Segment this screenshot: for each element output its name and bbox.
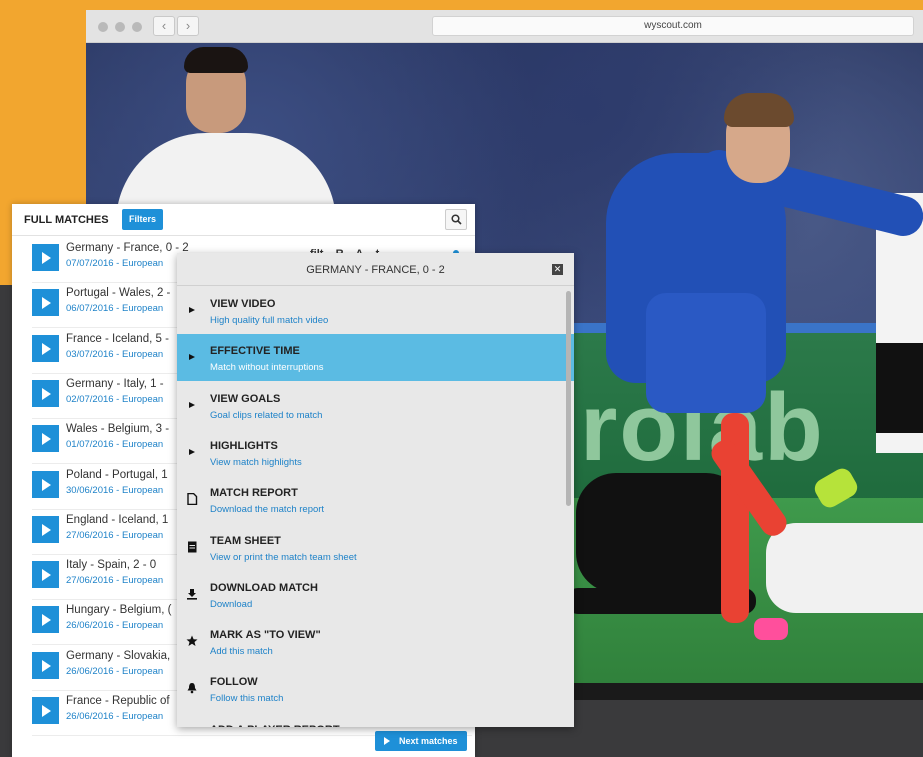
window-close-dot[interactable] <box>98 22 108 32</box>
match-options-popup: GERMANY - FRANCE, 0 - 2 ✕ VIEW VIDEO High… <box>177 253 574 727</box>
play-icon[interactable] <box>32 561 59 589</box>
menu-item-label: HIGHLIGHTS <box>210 439 278 452</box>
menu-item[interactable]: TEAM SHEET View or print the match team s… <box>177 524 574 571</box>
menu-item-label: TEAM SHEET <box>210 534 281 547</box>
download-icon <box>186 587 198 600</box>
star-icon <box>186 634 198 647</box>
menu-item-label: ADD A PLAYER REPORT <box>210 724 340 727</box>
match-date: 07/07/2016 - European <box>66 258 164 269</box>
match-date: 02/07/2016 - European <box>66 393 164 405</box>
play-icon <box>186 350 198 362</box>
play-icon[interactable] <box>32 606 59 634</box>
search-icon <box>451 214 462 225</box>
menu-item[interactable]: VIEW GOALS Goal clips related to match <box>177 382 574 429</box>
player-down-shirt <box>766 523 923 613</box>
bell-icon <box>186 681 198 694</box>
menu-item-label: DOWNLOAD MATCH <box>210 581 318 594</box>
menu-item[interactable]: MATCH REPORT Download the match report <box>177 476 574 523</box>
match-date: 03/07/2016 - European <box>66 348 164 360</box>
panel-title: FULL MATCHES <box>24 214 109 226</box>
play-icon[interactable] <box>32 379 59 407</box>
chevron-right-icon: › <box>185 18 191 33</box>
match-name: France - Iceland, 5 - <box>66 332 169 345</box>
match-name: England - Iceland, 1 <box>66 513 169 526</box>
menu-item-label: VIEW VIDEO <box>210 298 276 310</box>
video-bottom-bar <box>566 683 923 700</box>
document-icon <box>186 492 198 506</box>
play-icon[interactable] <box>32 470 59 498</box>
menu-item[interactable]: DOWNLOAD MATCH Download <box>177 571 574 618</box>
menu-item-description: View match highlights <box>210 456 302 468</box>
menu-item[interactable]: EFFECTIVE TIME Match without interruption… <box>177 334 574 382</box>
menu-item-description: High quality full match video <box>210 315 329 326</box>
close-icon[interactable]: ✕ <box>552 264 563 275</box>
play-icon[interactable] <box>32 697 59 724</box>
window-minimize-dot[interactable] <box>115 22 125 32</box>
menu-item-description: Match without interruptions <box>210 362 324 374</box>
menu-item[interactable]: FOLLOW Follow this match <box>177 665 574 712</box>
play-icon <box>186 445 198 457</box>
play-icon <box>186 303 198 315</box>
sheet-icon <box>186 540 198 552</box>
menu-item-label: VIEW GOALS <box>210 392 281 405</box>
match-date: 30/06/2016 - European <box>66 484 164 496</box>
panel-header: FULL MATCHES Filters <box>12 204 475 236</box>
player-blue-hair <box>724 93 794 127</box>
menu-item-description: Download <box>210 598 253 610</box>
menu-item-label: FOLLOW <box>210 676 258 689</box>
play-icon <box>186 398 198 410</box>
menu-item-description: Add this match <box>210 646 273 658</box>
player-blue-shorts <box>646 293 766 413</box>
match-name: France - Republic of <box>66 695 170 707</box>
popup-title: GERMANY - FRANCE, 0 - 2 <box>306 264 445 276</box>
player-hair <box>184 47 248 73</box>
match-name: Germany - France, 0 - 2 <box>66 242 189 254</box>
match-date: 26/06/2016 - European <box>66 665 164 677</box>
window-maximize-dot[interactable] <box>132 22 142 32</box>
match-date: 06/07/2016 - European <box>66 303 164 315</box>
play-icon[interactable] <box>32 651 59 679</box>
menu-item-description: Goal clips related to match <box>210 409 323 421</box>
menu-item-description: View or print the match team sheet <box>210 551 357 563</box>
menu-item[interactable]: VIEW VIDEO High quality full match video <box>177 287 574 334</box>
play-icon[interactable] <box>32 515 59 543</box>
filters-button[interactable]: Filters <box>122 209 164 230</box>
menu-item-label: EFFECTIVE TIME <box>210 345 300 358</box>
match-name: Portugal - Wales, 2 - <box>66 287 171 300</box>
menu-item[interactable]: HIGHLIGHTS View match highlights <box>177 429 574 476</box>
player-boot-pink <box>754 618 788 640</box>
menu-item-description: Download the match report <box>210 504 325 516</box>
match-date: 26/06/2016 - European <box>66 711 164 722</box>
match-date: 27/06/2016 - European <box>66 575 164 587</box>
menu-item[interactable]: MARK AS "TO VIEW" Add this match <box>177 618 574 665</box>
chevron-left-icon: ‹ <box>161 18 167 33</box>
match-date: 01/07/2016 - European <box>66 439 164 451</box>
popup-header: GERMANY - FRANCE, 0 - 2 ✕ <box>177 253 574 286</box>
search-button[interactable] <box>445 209 467 230</box>
player-right-shorts <box>876 343 923 433</box>
match-name: Italy - Spain, 2 - 0 <box>66 559 157 572</box>
menu-item[interactable]: ADD A PLAYER REPORT <box>177 713 574 727</box>
match-date: 26/06/2016 - European <box>66 620 164 632</box>
menu-item-label: MATCH REPORT <box>210 487 298 500</box>
play-icon[interactable] <box>32 289 59 317</box>
back-button[interactable]: ‹ <box>153 16 175 36</box>
match-name: Wales - Belgium, 3 - <box>66 423 170 436</box>
match-date: 27/06/2016 - European <box>66 529 164 541</box>
menu-item-label: MARK AS "TO VIEW" <box>210 629 321 642</box>
match-name: Hungary - Belgium, ( <box>66 604 172 617</box>
browser-titlebar: ‹ › wyscout.com <box>86 10 923 43</box>
match-name: Germany - Slovakia, <box>66 649 171 662</box>
popup-scrollbar[interactable] <box>566 291 571 506</box>
address-bar[interactable]: wyscout.com <box>432 16 914 36</box>
play-icon[interactable] <box>32 425 59 453</box>
next-matches-button[interactable]: Next matches <box>375 731 467 751</box>
play-icon[interactable] <box>32 244 59 271</box>
play-icon[interactable] <box>32 334 59 362</box>
match-name: Germany - Italy, 1 - <box>66 377 164 390</box>
forward-button[interactable]: › <box>177 16 199 36</box>
match-name: Poland - Portugal, 1 <box>66 468 168 481</box>
menu-item-description: Follow this match <box>210 693 284 705</box>
